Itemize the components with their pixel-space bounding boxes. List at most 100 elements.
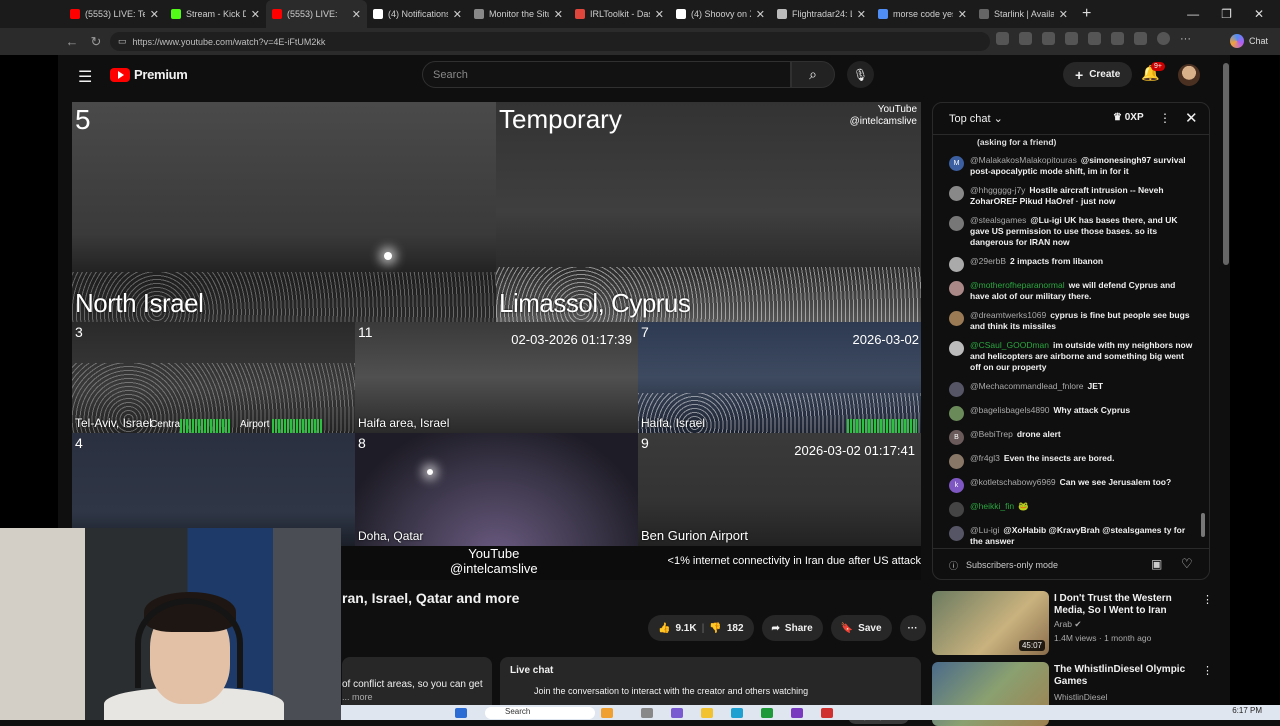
chat-username[interactable]: @Mechacommandlead_fnlore [970, 381, 1084, 391]
close-tab-icon[interactable]: ✕ [857, 8, 866, 21]
edge-icon[interactable] [731, 708, 743, 718]
apps-icon[interactable] [1019, 32, 1032, 45]
chat-username[interactable]: @bagelisbagels4890 [970, 405, 1050, 415]
site-info-icon[interactable]: ▭ [118, 36, 127, 47]
close-window-icon[interactable]: ✕ [1254, 7, 1264, 21]
chat-avatar[interactable] [949, 526, 964, 541]
save-button[interactable]: 🔖 Save [830, 615, 892, 641]
chat-avatar[interactable] [949, 406, 964, 421]
minimize-icon[interactable]: — [1187, 7, 1199, 21]
browser-tab[interactable]: Monitor the Situ ✕ [468, 0, 569, 28]
page-scroll-thumb[interactable] [1223, 63, 1229, 265]
channel-name[interactable]: Arab ✔ [1054, 619, 1081, 630]
camera-feed-limassol[interactable]: Temporary Limassol, Cyprus [496, 102, 921, 322]
chat-mode-dropdown[interactable]: Top chat ⌄ [949, 112, 1003, 125]
close-tab-icon[interactable]: ✕ [554, 8, 563, 21]
downloads-icon[interactable] [1134, 32, 1147, 45]
chat-avatar[interactable] [949, 382, 964, 397]
back-icon[interactable]: ← [60, 34, 84, 49]
close-tab-icon[interactable]: ✕ [1059, 8, 1068, 21]
video-thumbnail[interactable]: 45:07 [932, 591, 1049, 655]
collections-icon[interactable] [1111, 32, 1124, 45]
info-icon[interactable]: ⓘ [949, 559, 958, 572]
puzzle-icon[interactable] [1088, 32, 1101, 45]
search-button[interactable]: ⌕ [791, 61, 835, 88]
menu-icon[interactable]: ☰ [78, 67, 92, 87]
chat-scroll-thumb[interactable] [1201, 513, 1205, 537]
browser-tab[interactable]: IRLToolkit - Dash ✕ [569, 0, 670, 28]
video-player[interactable]: 5 North Israel Temporary Limassol, Cypru… [72, 102, 921, 580]
chat-scrollbar[interactable] [1201, 143, 1205, 543]
share-button[interactable]: ➦ Share [761, 615, 823, 641]
super-chat-icon[interactable]: ▣ [1151, 557, 1162, 571]
start-icon[interactable] [455, 708, 467, 718]
create-button[interactable]: + Create [1063, 62, 1133, 87]
chat-avatar[interactable] [949, 341, 964, 356]
new-tab-button[interactable]: + [1082, 5, 1091, 23]
chat-username[interactable]: @Lu-igi [970, 525, 999, 535]
chat-avatar[interactable] [949, 502, 964, 517]
page-scrollbar[interactable] [1222, 55, 1230, 720]
obs-icon[interactable] [791, 708, 803, 718]
close-tab-icon[interactable]: ✕ [958, 8, 967, 21]
copilot-chat-button[interactable]: Chat [1229, 34, 1268, 48]
camera-feed-9[interactable]: 9 2026-03-02 01:17:41 Ben Gurion Airport [638, 433, 921, 546]
camera-feed-3[interactable]: 3 Tel-Aviv, Israel Central Airport [72, 322, 355, 433]
browser-tab[interactable]: Stream - Kick Da ✕ [165, 0, 266, 28]
chat-avatar[interactable]: k [949, 478, 964, 493]
camera-feed-11[interactable]: 11 02-03-2026 01:17:39 Haifa area, Israe… [355, 322, 638, 433]
recommended-title[interactable]: The WhistlinDiesel Olympic Games [1054, 664, 1199, 688]
close-tab-icon[interactable]: ✕ [352, 8, 361, 21]
chat-username[interactable]: @motherofheparanormal [970, 280, 1065, 290]
chat-username[interactable]: @dreamtwerks1069 [970, 310, 1046, 320]
browser-tab[interactable]: (4) Notifications ✕ [367, 0, 468, 28]
recommended-video[interactable]: 45:07 I Don't Trust the Western Media, S… [932, 591, 1213, 655]
chat-avatar[interactable] [949, 311, 964, 326]
close-tab-icon[interactable]: ✕ [756, 8, 765, 21]
browser-tab[interactable]: (4) Shoovy on X: ✕ [670, 0, 771, 28]
close-tab-icon[interactable]: ✕ [655, 8, 664, 21]
youtube-logo[interactable]: Premium [110, 67, 188, 82]
chat-avatar[interactable] [949, 281, 964, 296]
xp-badge[interactable]: ♛ 0XP [1113, 112, 1144, 123]
close-tab-icon[interactable]: ✕ [453, 8, 462, 21]
more-vert-icon[interactable]: ⋮ [1202, 664, 1213, 677]
more-vert-icon[interactable]: ⋮ [1202, 593, 1213, 606]
more-vert-icon[interactable]: ⋮ [1159, 111, 1171, 125]
file-explorer-icon[interactable] [701, 708, 713, 718]
close-tab-icon[interactable]: ✕ [251, 8, 260, 21]
chat-avatar[interactable] [949, 257, 964, 272]
recommended-title[interactable]: I Don't Trust the Western Media, So I We… [1054, 593, 1199, 617]
extension-icon[interactable] [1065, 32, 1078, 45]
chat-username[interactable]: @kotletschabowy6969 [970, 477, 1056, 487]
avatar[interactable] [1178, 64, 1200, 86]
channel-name[interactable]: WhistlinDiesel [1054, 692, 1107, 702]
chat-avatar[interactable] [949, 216, 964, 231]
restore-icon[interactable]: ❐ [1221, 7, 1232, 21]
browser-tab[interactable]: Starlink | Availab ✕ [973, 0, 1074, 28]
close-icon[interactable]: ✕ [1185, 109, 1198, 127]
chat-avatar[interactable] [949, 454, 964, 469]
camera-feed-7[interactable]: 7 2026-03-02 Haifa, Israel [638, 322, 921, 433]
chat-username[interactable]: @MalakakosMalakopitouras [970, 155, 1077, 165]
close-tab-icon[interactable]: ✕ [150, 8, 159, 21]
chat-avatar[interactable]: B [949, 430, 964, 445]
chat-username[interactable]: @hhggggg-j7y [970, 185, 1025, 195]
refresh-icon[interactable]: ↻ [84, 34, 108, 50]
chat-username[interactable]: @29erbB [970, 256, 1006, 266]
more-link[interactable]: ... more [342, 692, 492, 702]
task-view-icon[interactable] [641, 708, 653, 718]
taskbar-search[interactable]: Search [485, 707, 595, 719]
profile-icon[interactable] [1157, 32, 1170, 45]
camera-feed-8[interactable]: 8 Doha, Qatar [355, 433, 638, 546]
favorite-icon[interactable] [1042, 32, 1055, 45]
record-icon[interactable] [821, 708, 833, 718]
more-actions-button[interactable]: ··· [899, 615, 926, 641]
browser-tab[interactable]: morse code yes ✕ [872, 0, 973, 28]
more-menu-icon[interactable]: ··· [1180, 33, 1191, 45]
chat-username[interactable]: @stealsgames [970, 215, 1026, 225]
like-button[interactable]: 👍 9.1K | 👎 182 [648, 615, 754, 641]
copilot-taskbar-icon[interactable] [671, 708, 683, 718]
chat-username[interactable]: @heikki_fin [970, 501, 1014, 511]
browser-tab[interactable]: (5553) LIVE: ✕ [266, 0, 367, 28]
